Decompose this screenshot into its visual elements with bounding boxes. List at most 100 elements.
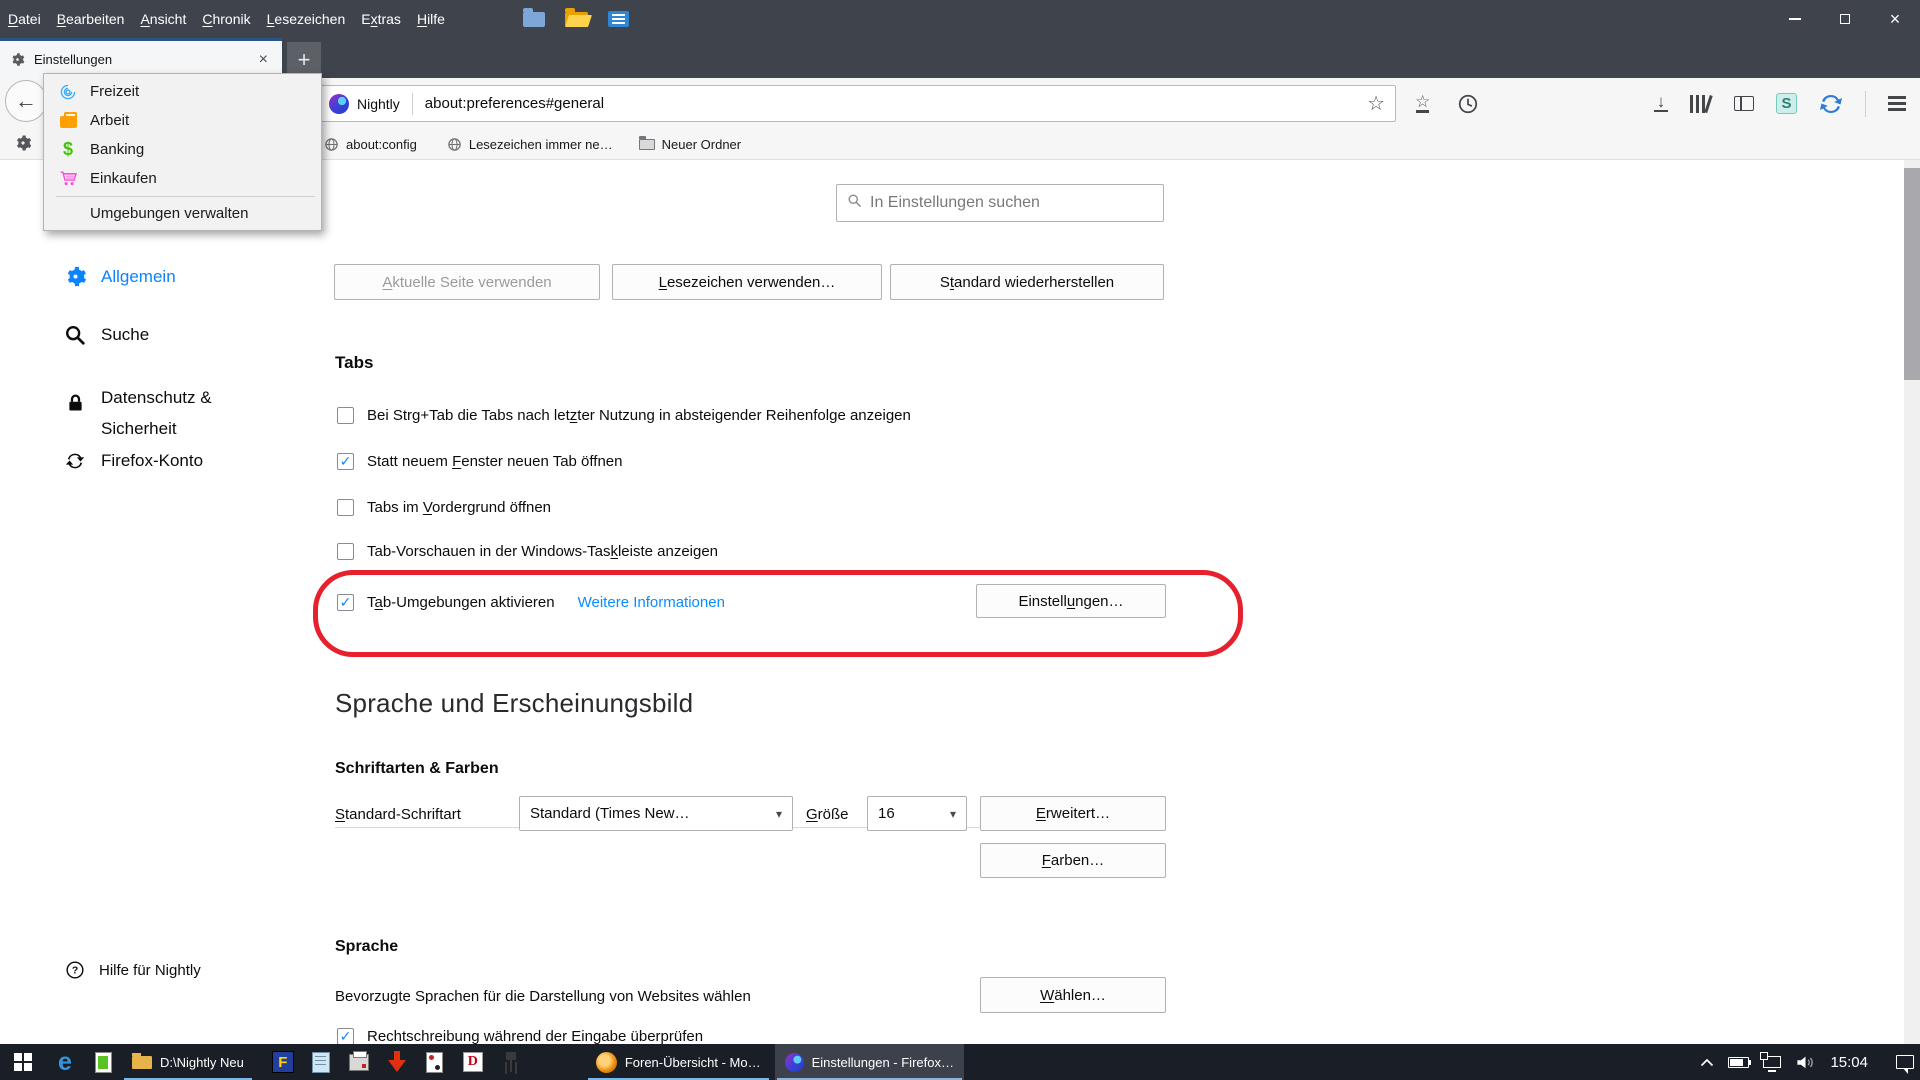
menu-hilfe[interactable]: Hilfe: [409, 0, 453, 38]
close-button[interactable]: ×: [1870, 0, 1920, 38]
menu-item-manage-containers[interactable]: Umgebungen verwalten: [44, 200, 321, 227]
app-menu-button[interactable]: [1888, 96, 1906, 110]
taskbar-cards-button[interactable]: [416, 1044, 454, 1080]
taskbar-firefox-window[interactable]: Einstellungen - Firefox…: [775, 1044, 964, 1080]
taskbar-notepad-button[interactable]: [302, 1044, 340, 1080]
menu-item-label: Einkaufen: [90, 170, 157, 187]
bookmark-about-config[interactable]: about:config: [316, 137, 425, 152]
sidebar-item-allgemein[interactable]: Allgemein: [63, 265, 176, 288]
clock-time[interactable]: 15:04: [1830, 1054, 1868, 1071]
preferences-search[interactable]: [836, 184, 1164, 222]
checkbox-checked[interactable]: [337, 1028, 354, 1045]
hamburger-icon: [1888, 96, 1906, 98]
url-brand: Nightly: [357, 96, 400, 112]
sidebar-toggle-button[interactable]: [1734, 96, 1754, 111]
sidebar-item-datenschutz[interactable]: Datenschutz &Sicherheit: [63, 382, 212, 444]
url-bar[interactable]: Nightly about:preferences#general ☆: [318, 85, 1396, 122]
tray-chevron-icon[interactable]: [1700, 1058, 1714, 1067]
learn-more-link[interactable]: Weitere Informationen: [578, 594, 725, 611]
menu-item-einkaufen[interactable]: Einkaufen: [44, 164, 321, 193]
gear-icon: [10, 52, 25, 67]
checkbox-unchecked[interactable]: [337, 543, 354, 560]
bookmark-lesezeichen[interactable]: Lesezeichen immer ne…: [439, 137, 621, 152]
network-icon[interactable]: [1763, 1056, 1781, 1068]
nightly-logo-icon: [785, 1053, 804, 1072]
back-button[interactable]: ←: [5, 80, 47, 122]
sidebar-item-suche[interactable]: Suche: [63, 324, 149, 346]
menu-ansicht[interactable]: Ansicht: [132, 0, 194, 38]
system-tray: 15:04: [1700, 1044, 1914, 1080]
option-tabs-foreground[interactable]: Tabs im Vordergrund öffnen: [337, 499, 551, 516]
menu-bearbeiten[interactable]: Bearbeiten: [49, 0, 133, 38]
sidebar-item-firefox-konto[interactable]: Firefox-Konto: [63, 450, 203, 472]
option-new-tab-instead-window[interactable]: Statt neuem Fenster neuen Tab öffnen: [337, 453, 622, 470]
save-to-toolbar-button[interactable]: ☆: [1415, 85, 1430, 122]
taskbar-f-app-button[interactable]: F: [264, 1044, 302, 1080]
taskbar-printer-button[interactable]: [340, 1044, 378, 1080]
start-button[interactable]: [0, 1044, 46, 1080]
bookmarks-list-icon[interactable]: [608, 11, 629, 27]
library-button[interactable]: [1690, 95, 1712, 113]
folder-icon[interactable]: [523, 12, 545, 27]
refresh-extension-button[interactable]: [1819, 92, 1843, 116]
action-center-icon[interactable]: [1896, 1055, 1914, 1069]
red-arrow-icon: [388, 1051, 406, 1073]
minimize-button[interactable]: [1770, 0, 1820, 38]
sidebar-item-hilfe[interactable]: ? Hilfe für Nightly: [63, 960, 201, 980]
open-folder-icon[interactable]: [565, 12, 588, 27]
use-current-page-button[interactable]: Aktuelle Seite verwenden: [334, 264, 600, 300]
restore-default-button[interactable]: Standard wiederherstellen: [890, 264, 1164, 300]
volume-icon[interactable]: [1795, 1053, 1816, 1071]
restore-button[interactable]: [1820, 0, 1870, 38]
bookmark-neuer-ordner[interactable]: Neuer Ordner: [631, 137, 749, 152]
search-input[interactable]: [870, 194, 1153, 212]
folder-icon: [132, 1056, 152, 1069]
scrollbar-thumb[interactable]: [1904, 168, 1920, 380]
taskbar-app-button[interactable]: [84, 1044, 122, 1080]
menu-item-freizeit[interactable]: Freizeit: [44, 77, 321, 106]
taskbar-window-label: Foren-Übersicht - Mo…: [625, 1055, 761, 1070]
menu-item-arbeit[interactable]: Arbeit: [44, 106, 321, 135]
option-taskbar-previews[interactable]: Tab-Vorschauen in der Windows-Taskleiste…: [337, 543, 718, 560]
battery-icon[interactable]: [1728, 1057, 1749, 1068]
container-settings-button[interactable]: Einstellungen…: [976, 584, 1166, 618]
settings-gear-icon[interactable]: [14, 134, 32, 157]
taskbar-foren-window[interactable]: Foren-Übersicht - Mo…: [586, 1044, 771, 1080]
option-label: Statt neuem Fenster neuen Tab öffnen: [367, 453, 622, 470]
fingerprint-icon: [58, 83, 78, 101]
taskbar-edge-button[interactable]: e: [46, 1044, 84, 1080]
bookmark-label: about:config: [346, 137, 417, 152]
bookmark-star-icon[interactable]: ☆: [1367, 91, 1385, 116]
checkbox-checked[interactable]: [337, 594, 354, 611]
menu-datei[interactable]: Datei: [0, 0, 49, 38]
menu-chronik[interactable]: Chronik: [194, 0, 258, 38]
option-spellcheck[interactable]: Rechtschreibung während der Eingabe über…: [337, 1028, 703, 1045]
tab-close-icon[interactable]: ×: [255, 51, 272, 69]
use-bookmark-button[interactable]: Lesezeichen verwenden…: [612, 264, 882, 300]
colors-button[interactable]: Farben…: [980, 843, 1166, 878]
printer-icon: [349, 1054, 369, 1071]
nightly-logo-icon: [329, 94, 349, 114]
choose-language-button[interactable]: Wählen…: [980, 977, 1166, 1013]
option-ctrl-tab[interactable]: Bei Strg+Tab die Tabs nach letzter Nutzu…: [337, 407, 911, 424]
font-size-select[interactable]: 16 ▾: [867, 796, 967, 831]
taskbar-folder-window[interactable]: D:\Nightly Neu: [122, 1044, 254, 1080]
menu-extras[interactable]: Extras: [353, 0, 409, 38]
tab-einstellungen[interactable]: Einstellungen ×: [0, 38, 282, 78]
checkbox-unchecked[interactable]: [337, 407, 354, 424]
stylish-extension-button[interactable]: S: [1776, 93, 1797, 114]
font-family-select[interactable]: Standard (Times New… ▾: [519, 796, 793, 831]
taskbar-camera-button[interactable]: [492, 1044, 530, 1080]
taskbar-download-app-button[interactable]: [378, 1044, 416, 1080]
checkbox-unchecked[interactable]: [337, 499, 354, 516]
option-container-tabs[interactable]: Tab-Umgebungen aktivieren Weitere Inform…: [337, 594, 725, 611]
menu-item-banking[interactable]: $ Banking: [44, 135, 321, 164]
downloads-button[interactable]: ↓: [1654, 95, 1668, 112]
menu-lesezeichen[interactable]: Lesezeichen: [259, 0, 354, 38]
taskbar-d-app-button[interactable]: D: [454, 1044, 492, 1080]
menu-separator: [56, 196, 315, 197]
url-text[interactable]: about:preferences#general: [425, 95, 1367, 112]
checkbox-checked[interactable]: [337, 453, 354, 470]
advanced-button[interactable]: Erweitert…: [980, 796, 1166, 831]
history-button[interactable]: [1457, 85, 1479, 122]
